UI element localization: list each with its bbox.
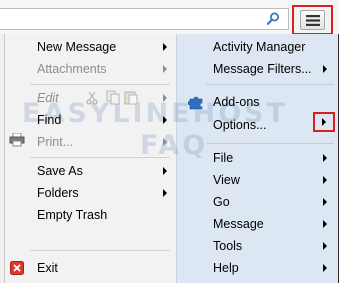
submenu-arrow-icon: [323, 242, 327, 250]
submenu-arrow-icon: [323, 176, 327, 184]
menu-item-label: File: [213, 151, 234, 165]
menu-item-save-as[interactable]: Save As: [37, 161, 83, 181]
submenu-arrow-icon: [163, 94, 167, 102]
menu-item-message-filters[interactable]: Message Filters...: [213, 59, 312, 79]
submenu-arrow-icon: [163, 65, 167, 73]
menu-item-empty-trash[interactable]: Empty Trash: [37, 205, 107, 225]
submenu-arrow-icon: [323, 264, 327, 272]
menu-item-label: Go: [213, 195, 230, 209]
submenu-arrow-icon: [163, 189, 167, 197]
menu-item-label: Print...: [37, 135, 74, 149]
menu-item-label: Edit: [37, 91, 59, 105]
menu-item-find[interactable]: Find: [37, 110, 61, 130]
submenu-arrow-icon: [323, 154, 327, 162]
menu-separator: [206, 143, 334, 144]
menu-item-attachments[interactable]: Attachments: [37, 59, 106, 79]
menu-separator: [30, 157, 170, 158]
menu-item-label: Activity Manager: [213, 40, 306, 54]
menu-item-go[interactable]: Go: [213, 192, 230, 212]
submenu-arrow-icon: [163, 116, 167, 124]
menu-item-tools[interactable]: Tools: [213, 236, 242, 256]
menu-item-file[interactable]: File: [213, 148, 233, 168]
menu-item-addons[interactable]: Add-ons: [213, 92, 260, 112]
menu-item-view[interactable]: View: [213, 170, 240, 190]
menu-item-help[interactable]: Help: [213, 258, 239, 278]
paste-icon: [124, 90, 138, 108]
cut-icon: [86, 91, 98, 108]
menu-item-new-message[interactable]: New Message: [37, 37, 116, 57]
menu-item-folders[interactable]: Folders: [37, 183, 79, 203]
menu-item-label: Exit: [37, 261, 58, 275]
copy-icon: [106, 90, 120, 108]
printer-icon: [9, 132, 25, 150]
menu-item-label: Message: [213, 217, 264, 231]
toolbar: [0, 0, 339, 35]
menu-item-label: Tools: [213, 239, 243, 253]
menu-item-label: Empty Trash: [37, 208, 108, 222]
exit-icon: [10, 261, 24, 278]
menu-item-label: Save As: [37, 164, 83, 178]
menu-item-label: Options...: [213, 118, 267, 132]
submenu-arrow-icon: [163, 167, 167, 175]
puzzle-piece-icon: [187, 94, 204, 113]
menu-separator: [30, 84, 170, 85]
menu-item-label: Folders: [37, 186, 79, 200]
menu-item-label: Add-ons: [213, 95, 260, 109]
menu-item-options[interactable]: Options...: [213, 115, 267, 135]
submenu-arrow-icon: [323, 198, 327, 206]
app-menu-button[interactable]: [292, 5, 333, 35]
menu-separator: [30, 250, 170, 251]
submenu-arrow-icon: [163, 43, 167, 51]
menu-item-label: New Message: [37, 40, 117, 54]
menu-item-label: Message Filters...: [213, 62, 312, 76]
menu-item-label: Help: [213, 261, 239, 275]
menu-item-print[interactable]: Print...: [37, 132, 73, 152]
menu-item-edit[interactable]: Edit: [37, 88, 59, 108]
search-input[interactable]: [0, 8, 289, 30]
menu-item-label: Find: [37, 113, 62, 127]
menu-separator: [206, 84, 334, 85]
submenu-arrow-icon[interactable]: [322, 118, 326, 126]
submenu-arrow-icon: [163, 138, 167, 146]
menu-item-message[interactable]: Message: [213, 214, 264, 234]
search-icon[interactable]: [265, 11, 281, 27]
menu-item-exit[interactable]: Exit: [37, 258, 58, 278]
menu-item-label: View: [213, 173, 240, 187]
submenu-arrow-icon: [323, 220, 327, 228]
menu-item-activity-manager[interactable]: Activity Manager: [213, 37, 305, 57]
hamburger-menu-icon: [300, 10, 325, 30]
menu-item-label: Attachments: [37, 62, 107, 76]
submenu-arrow-icon: [323, 65, 327, 73]
